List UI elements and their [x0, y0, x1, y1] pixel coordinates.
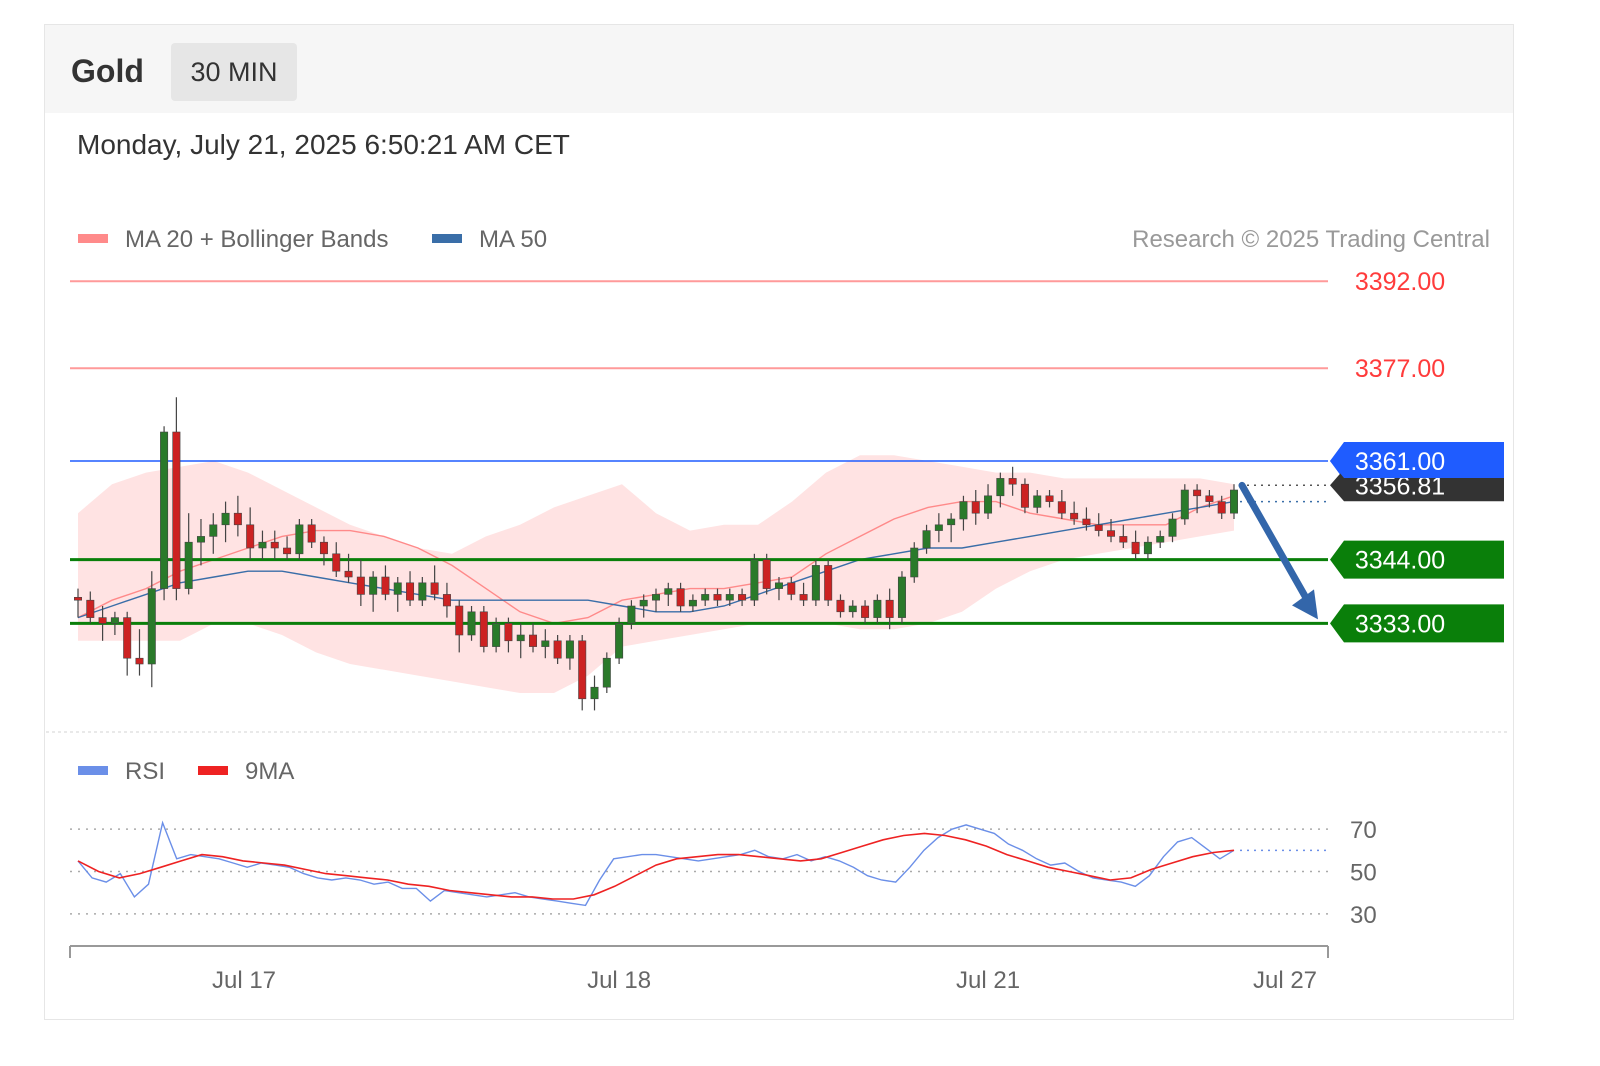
- candle: [479, 606, 488, 653]
- candle: [602, 652, 611, 693]
- level-label-3377.00: 3377.00: [1355, 355, 1445, 383]
- legend-swatch-1: [432, 234, 462, 243]
- candle: [123, 611, 132, 676]
- candle: [147, 571, 156, 688]
- level-label-3333.00: 3333.00: [1355, 610, 1445, 638]
- rsi-tick-30: 30: [1350, 902, 1377, 929]
- bollinger-layer: [78, 455, 1234, 693]
- candle: [897, 571, 906, 624]
- rsi-legend-label-0: RSI: [125, 758, 165, 785]
- legend-swatch-0: [78, 234, 108, 243]
- time-axis: Jul 17 Jul 18 Jul 21 Jul 27: [69, 945, 1329, 994]
- candle: [750, 553, 759, 606]
- candle: [762, 553, 771, 595]
- rsi-panel: 70 50 30 RSI 9MA: [70, 758, 1377, 929]
- candle: [1180, 484, 1189, 525]
- forecast-down-arrow: [1238, 481, 1318, 620]
- rsi-tick-50: 50: [1350, 860, 1377, 887]
- x-tick-label: Jul 18: [587, 967, 651, 994]
- candle: [615, 617, 624, 664]
- x-tick-label: Jul 21: [956, 967, 1020, 994]
- level-label-3392.00: 3392.00: [1355, 268, 1445, 296]
- x-tick-label: Jul 17: [212, 967, 276, 994]
- legend-label-1: MA 50: [479, 226, 547, 253]
- candle: [160, 426, 169, 601]
- candle: [811, 559, 820, 606]
- candle: [295, 519, 304, 560]
- candle: [910, 542, 919, 583]
- candle: [578, 635, 587, 711]
- rsi-legend-swatch-1: [198, 766, 228, 775]
- overlay-layer: 3356.813361.00: [1238, 444, 1504, 620]
- price-chart[interactable]: 3392.00 3377.00 3361.00 3344.00 3333.00 3356…: [0, 0, 1600, 1066]
- pivot-label-overlay: 3361.00: [1355, 448, 1445, 476]
- candle: [824, 559, 833, 606]
- credit-text: Research © 2025 Trading Central: [1132, 226, 1490, 253]
- x-tick-label: Jul 27: [1253, 967, 1317, 994]
- level-label-3344.00: 3344.00: [1355, 547, 1445, 575]
- legend-label-0: MA 20 + Bollinger Bands: [125, 226, 389, 253]
- rsi-tick-70: 70: [1350, 817, 1377, 844]
- rsi-legend-swatch-0: [78, 766, 108, 775]
- rsi-line: [77, 820, 1235, 907]
- candle: [590, 675, 599, 711]
- legend-layer: MA 20 + Bollinger Bands MA 50 Research © 2…: [46, 226, 1510, 733]
- bollinger-band: [78, 455, 1234, 693]
- candle: [172, 397, 181, 601]
- rsi-legend-label-1: 9MA: [245, 758, 294, 785]
